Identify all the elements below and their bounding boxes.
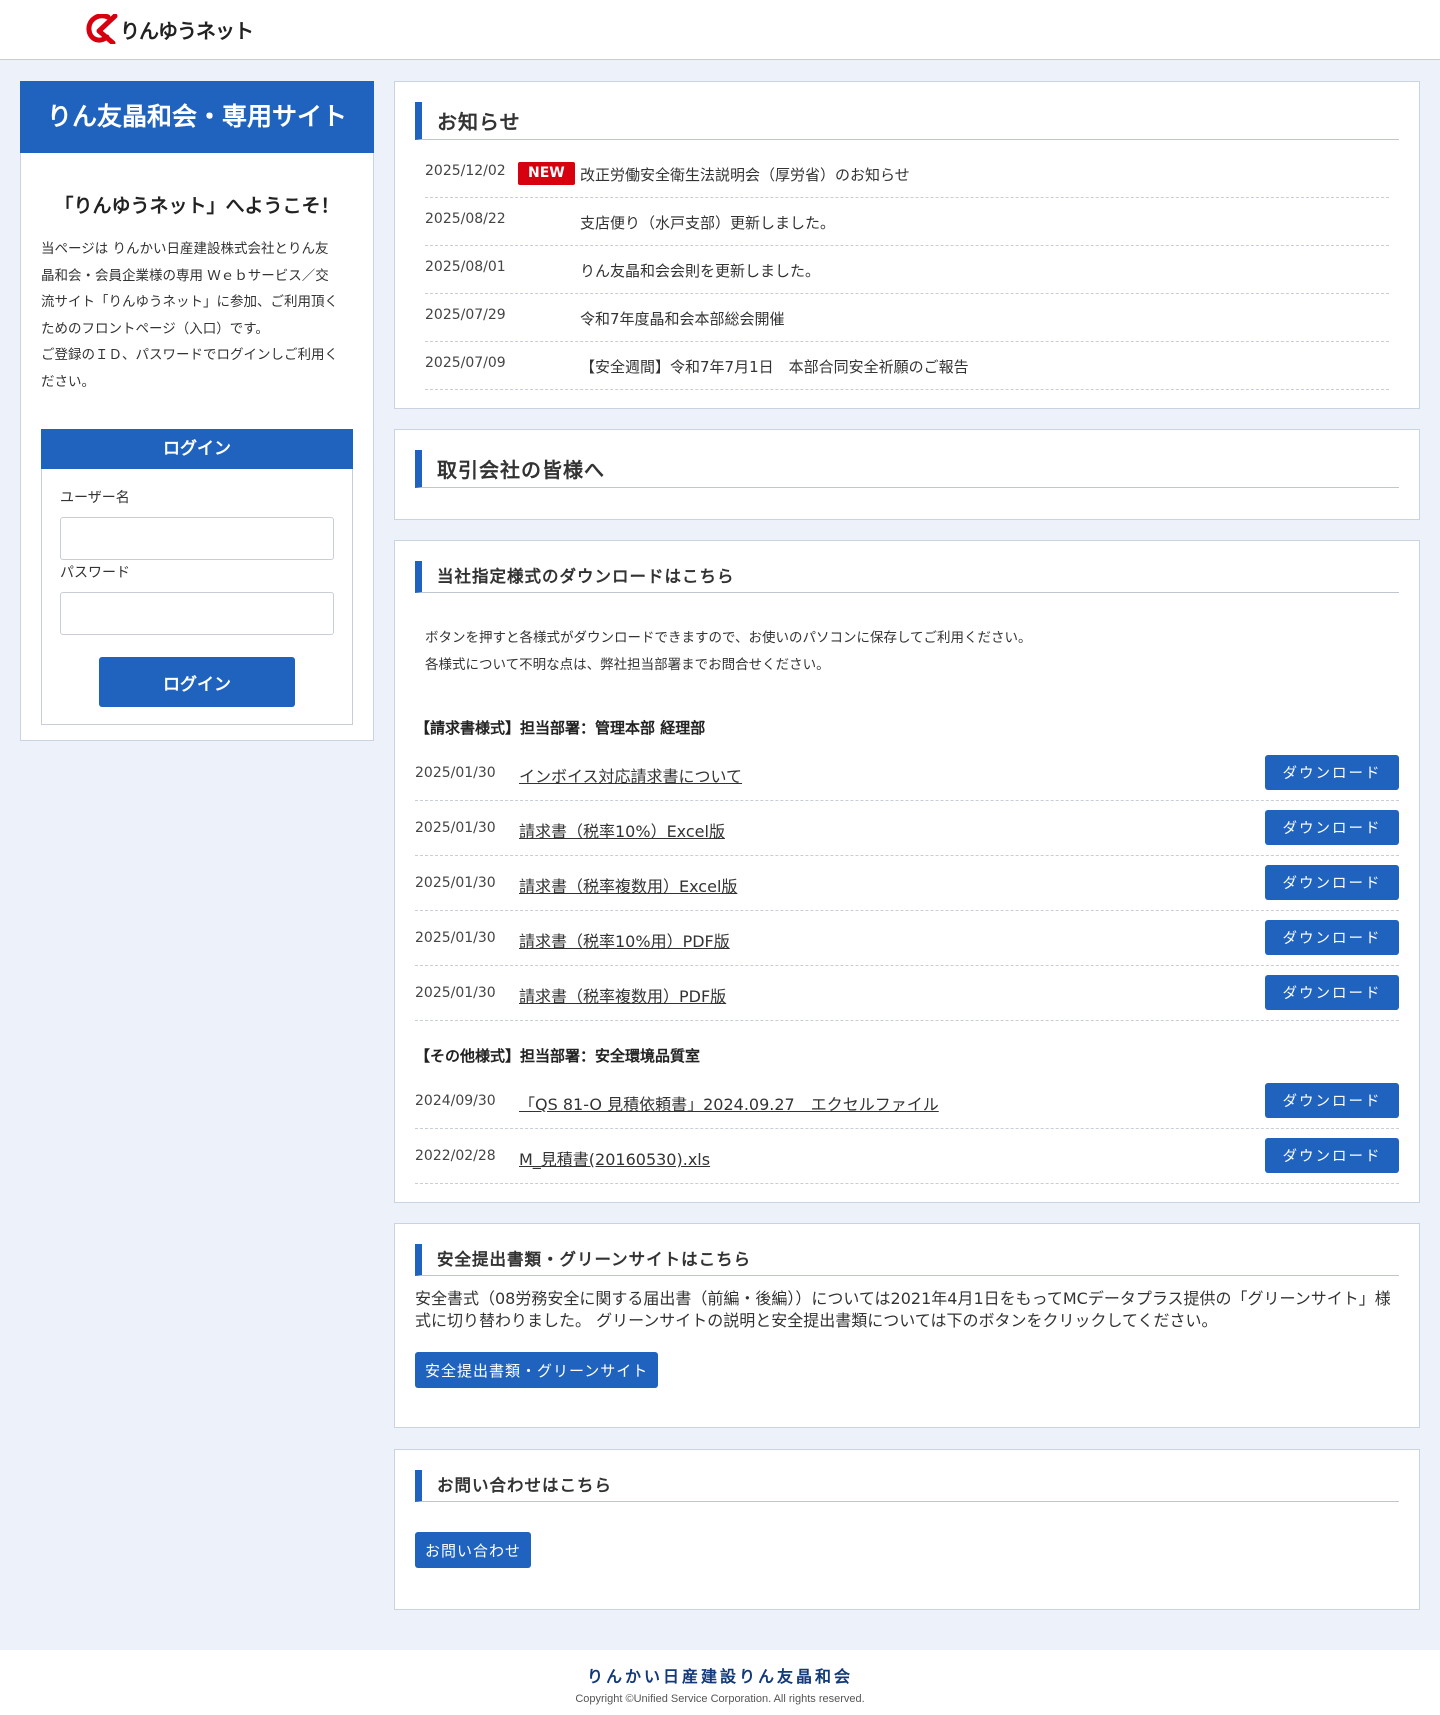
news-item[interactable]: 2025/12/02 NEW 改正労働安全衛生法説明会（厚労省）のお知らせ (425, 150, 1389, 198)
intro-line: 流サイト「りんゆうネット」に参加、ご利用頂く (41, 294, 338, 310)
news-date: 2025/08/22 (425, 211, 506, 227)
sidebar: りん友晶和会・専用サイト 「りんゆうネット」へようこそ！ 当ページは りんかい日… (20, 81, 374, 741)
news-date: 2025/12/02 (425, 163, 506, 179)
footer-org-name: りんかい日産建設りん友晶和会 (586, 1667, 853, 1686)
download-date: 2025/01/30 (415, 820, 496, 836)
intro-text: 当ページは りんかい日産建設株式会社とりん友 晶和会・会員企業様の専用 Ｗｅｂサ… (21, 236, 373, 395)
download-link[interactable]: M_見積書(20160530).xls (519, 1146, 710, 1170)
login-box: ログイン ユーザー名 パスワード ログイン (41, 429, 353, 725)
new-badge: NEW (518, 162, 575, 185)
downloads-description: ボタンを押すと各様式がダウンロードできますので、お使いのパソコンに保存してご利用… (425, 625, 1389, 679)
intro-line: 晶和会・会員企業様の専用 Ｗｅｂサービス／交 (41, 267, 329, 284)
download-date: 2025/01/30 (415, 985, 496, 1001)
download-date: 2022/02/28 (415, 1148, 496, 1164)
news-link[interactable]: 【安全週間】令和7年7月1日 本部合同安全祈願のご報告 (580, 356, 969, 377)
download-link[interactable]: 請求書（税率複数用）PDF版 (519, 983, 726, 1007)
rinkai-logo-icon (86, 14, 118, 44)
download-row: 2024/09/30 「QS 81-O 見積依頼書」2024.09.27 エクセ… (415, 1074, 1399, 1129)
news-link[interactable]: りん友晶和会会則を更新しました。 (580, 260, 820, 281)
download-row: 2022/02/28 M_見積書(20160530).xls ダウンロード (415, 1129, 1399, 1184)
news-date: 2025/07/09 (425, 355, 506, 371)
news-link[interactable]: 令和7年度晶和会本部総会開催 (580, 308, 785, 329)
password-input[interactable] (60, 592, 334, 635)
green-site-button[interactable]: 安全提出書類・グリーンサイト (415, 1352, 659, 1388)
username-input[interactable] (60, 517, 334, 560)
download-link[interactable]: 請求書（税率複数用）Excel版 (519, 873, 737, 897)
footer-copyright: Copyright ©Unified Service Corporation. … (575, 1693, 865, 1705)
download-date: 2025/01/30 (415, 875, 496, 891)
download-list-invoice: 2025/01/30 インボイス対応請求書について ダウンロード 2025/01… (415, 746, 1399, 1021)
description-line: ボタンを押すと各様式がダウンロードできますので、お使いのパソコンに保存してご利用… (425, 630, 1032, 646)
download-button[interactable]: ダウンロード (1265, 1083, 1399, 1118)
news-panel: お知らせ 2025/12/02 NEW 改正労働安全衛生法説明会（厚労省）のお知… (394, 81, 1420, 409)
contact-title: お問い合わせはこちら (415, 1470, 1399, 1502)
download-button[interactable]: ダウンロード (1265, 1138, 1399, 1173)
site-logo[interactable]: りんゆうネット (86, 14, 254, 44)
download-row: 2025/01/30 請求書（税率複数用）Excel版 ダウンロード (415, 856, 1399, 911)
download-link[interactable]: 請求書（税率10%）Excel版 (519, 818, 725, 842)
download-button[interactable]: ダウンロード (1265, 920, 1399, 955)
download-list-other: 2024/09/30 「QS 81-O 見積依頼書」2024.09.27 エクセ… (415, 1074, 1399, 1184)
downloads-title: 当社指定様式のダウンロードはこちら (415, 561, 1399, 593)
contact-panel: お問い合わせはこちら お問い合わせ (394, 1449, 1420, 1610)
download-row: 2025/01/30 請求書（税率複数用）PDF版 ダウンロード (415, 966, 1399, 1021)
news-date: 2025/07/29 (425, 307, 506, 323)
section-heading-other: 【その他様式】担当部署：安全環境品質室 (415, 1047, 701, 1065)
download-button[interactable]: ダウンロード (1265, 975, 1399, 1010)
logo-text: りんゆうネット (120, 18, 254, 43)
intro-line: ご登録のＩＤ、パスワードでログインしご利用く (41, 347, 338, 363)
intro-line: ださい。 (41, 373, 95, 390)
news-title: お知らせ (415, 102, 1399, 140)
download-link[interactable]: インボイス対応請求書について (519, 763, 742, 787)
downloads-panel: 当社指定様式のダウンロードはこちら ボタンを押すと各様式がダウンロードできますの… (394, 540, 1420, 1203)
download-button[interactable]: ダウンロード (1265, 810, 1399, 845)
news-date: 2025/08/01 (425, 259, 506, 275)
partners-title: 取引会社の皆様へ (415, 450, 1399, 488)
login-heading: ログイン (41, 429, 353, 469)
partners-panel: 取引会社の皆様へ (394, 429, 1420, 520)
download-date: 2025/01/30 (415, 765, 496, 781)
download-link[interactable]: 請求書（税率10%用）PDF版 (519, 928, 730, 952)
news-list: 2025/12/02 NEW 改正労働安全衛生法説明会（厚労省）のお知らせ 20… (425, 150, 1389, 390)
intro-line: 当ページは りんかい日産建設株式会社とりん友 (41, 241, 329, 257)
news-item[interactable]: 2025/08/22 支店便り（水戸支部）更新しました。 (425, 198, 1389, 246)
contact-button[interactable]: お問い合わせ (415, 1532, 532, 1568)
download-date: 2025/01/30 (415, 930, 496, 946)
download-link[interactable]: 「QS 81-O 見積依頼書」2024.09.27 エクセルファイル (519, 1091, 939, 1115)
intro-line: ためのフロントページ（入口）です。 (41, 320, 269, 337)
welcome-heading: 「りんゆうネット」へようこそ！ (54, 195, 340, 217)
news-item[interactable]: 2025/07/29 令和7年度晶和会本部総会開催 (425, 294, 1389, 342)
download-row: 2025/01/30 請求書（税率10%）Excel版 ダウンロード (415, 801, 1399, 856)
login-button[interactable]: ログイン (99, 657, 295, 707)
download-row: 2025/01/30 インボイス対応請求書について ダウンロード (415, 746, 1399, 801)
green-site-panel: 安全提出書類・グリーンサイトはこちら 安全書式（08労務安全に関する届出書（前編… (394, 1223, 1420, 1428)
site-header: りんゆうネット (0, 0, 1440, 60)
username-label: ユーザー名 (60, 490, 130, 506)
news-item[interactable]: 2025/07/09 【安全週間】令和7年7月1日 本部合同安全祈願のご報告 (425, 342, 1389, 390)
sidebar-title: りん友晶和会・専用サイト (20, 81, 374, 153)
description-line: 各様式について不明な点は、弊社担当部署までお問合せください。 (425, 657, 830, 673)
download-row: 2025/01/30 請求書（税率10%用）PDF版 ダウンロード (415, 911, 1399, 966)
green-site-title: 安全提出書類・グリーンサイトはこちら (415, 1244, 1399, 1276)
download-date: 2024/09/30 (415, 1093, 496, 1109)
news-link[interactable]: 改正労働安全衛生法説明会（厚労省）のお知らせ (580, 164, 910, 185)
download-button[interactable]: ダウンロード (1265, 755, 1399, 790)
section-heading-invoice: 【請求書様式】担当部署：管理本部 経理部 (415, 719, 706, 737)
green-site-text: 安全書式（08労務安全に関する届出書（前編・後編））については2021年4月1日… (415, 1289, 1391, 1330)
news-item[interactable]: 2025/08/01 りん友晶和会会則を更新しました。 (425, 246, 1389, 294)
password-label: パスワード (60, 565, 130, 581)
download-button[interactable]: ダウンロード (1265, 865, 1399, 900)
site-footer: りんかい日産建設りん友晶和会 Copyright ©Unified Servic… (0, 1650, 1440, 1715)
news-link[interactable]: 支店便り（水戸支部）更新しました。 (580, 212, 835, 233)
